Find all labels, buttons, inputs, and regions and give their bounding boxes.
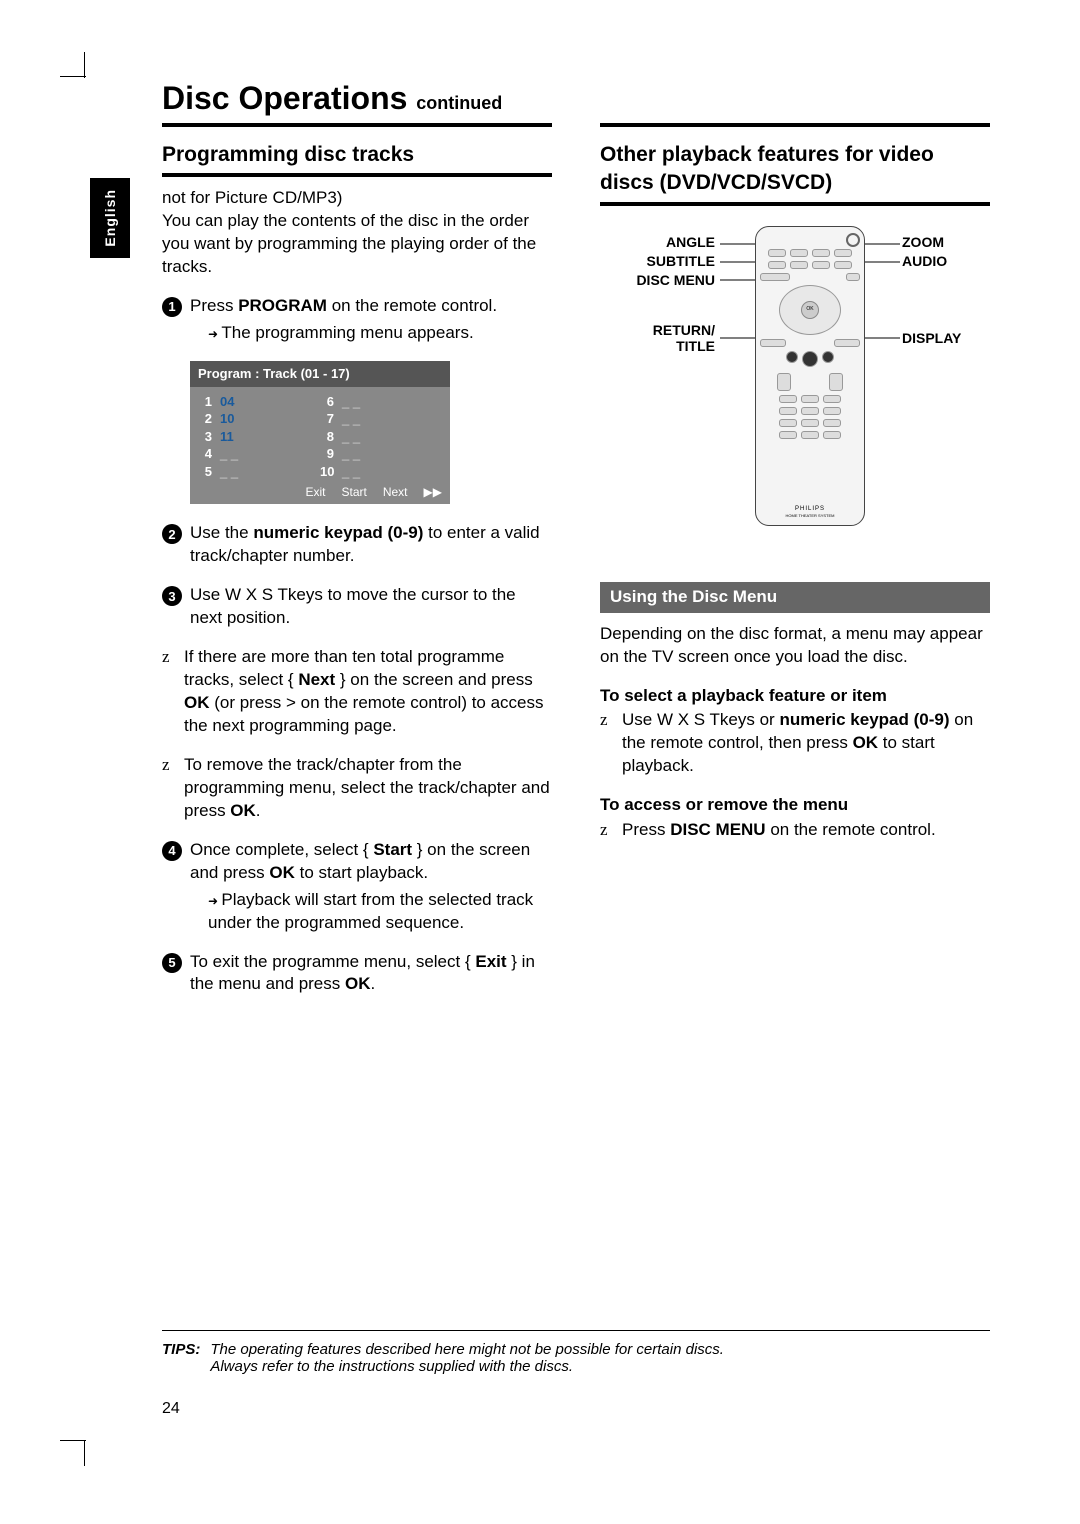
- left-column: Programming disc tracks not for Picture …: [162, 123, 552, 1012]
- table-row: 2107_ _: [198, 410, 442, 428]
- bullet-icon: z: [162, 754, 176, 823]
- table-footer: Exit Start Next ▶▶: [198, 480, 442, 500]
- remote-brand: PHILIPS: [795, 505, 825, 513]
- label-display: DISPLAY: [902, 330, 961, 346]
- sub-heading-select: To select a playback feature or item: [600, 685, 990, 708]
- label-subtitle: SUBTITLE: [600, 253, 715, 269]
- step-sub: ➜ The programming menu appears.: [208, 322, 552, 345]
- step-number-icon: 3: [162, 586, 182, 606]
- table-body: 1046_ _2107_ _3118_ _4_ _9_ _5_ _10_ _ E…: [190, 387, 450, 505]
- remote-diagram: ANGLE SUBTITLE DISC MENU RETURN/ TITLE Z…: [600, 226, 990, 546]
- tips-body: The operating features described here mi…: [210, 1341, 724, 1375]
- bullet-access: z Press DISC MENU on the remote control.: [600, 819, 990, 842]
- gray-heading-disc-menu: Using the Disc Menu: [600, 582, 990, 613]
- crop-mark: [60, 1440, 86, 1466]
- note-text: not for Picture CD/MP3) You can play the…: [162, 187, 552, 279]
- table-header: Program : Track (01 - 17): [190, 361, 450, 387]
- step-sub: ➜ Playback will start from the selected …: [208, 889, 552, 935]
- label-audio: AUDIO: [902, 253, 947, 269]
- step-number-icon: 2: [162, 524, 182, 544]
- remote-subtitle: HOME THEATER SYSTEM: [786, 513, 835, 518]
- label-return-title: RETURN/ TITLE: [600, 322, 715, 354]
- tips-label: TIPS:: [162, 1341, 200, 1375]
- step-number-icon: 1: [162, 297, 182, 317]
- step-5: 5 To exit the programme menu, select { E…: [162, 951, 552, 997]
- bullet-remove: z To remove the track/chapter from the p…: [162, 754, 552, 823]
- bullet-icon: z: [600, 709, 614, 778]
- bullet-select: z Use W X S Tkeys or numeric keypad (0-9…: [600, 709, 990, 778]
- disc-menu-intro: Depending on the disc format, a menu may…: [600, 623, 990, 669]
- step-3: 3 Use W X S Tkeys to move the cursor to …: [162, 584, 552, 630]
- rule: [600, 123, 990, 127]
- step-number-icon: 4: [162, 841, 182, 861]
- table-row: 1046_ _: [198, 393, 442, 411]
- page-title-main: Disc Operations: [162, 80, 407, 116]
- table-row: 3118_ _: [198, 428, 442, 446]
- step-2: 2 Use the numeric keypad (0-9) to enter …: [162, 522, 552, 568]
- page-title: Disc Operations continued: [162, 80, 990, 117]
- bullet-next: z If there are more than ten total progr…: [162, 646, 552, 738]
- page-title-continued: continued: [416, 93, 502, 113]
- table-row: 4_ _9_ _: [198, 445, 442, 463]
- step-number-icon: 5: [162, 953, 182, 973]
- table-row: 5_ _10_ _: [198, 463, 442, 481]
- crop-mark: [60, 52, 86, 78]
- rule: [162, 123, 552, 127]
- section-heading-programming: Programming disc tracks: [162, 141, 552, 177]
- page-content: Disc Operations continued Programming di…: [90, 80, 990, 1012]
- page-number: 24: [162, 1400, 180, 1418]
- sub-heading-access: To access or remove the menu: [600, 794, 990, 817]
- program-menu-table: Program : Track (01 - 17) 1046_ _2107_ _…: [190, 361, 450, 504]
- label-disc-menu: DISC MENU: [600, 272, 715, 288]
- tips-footer: TIPS: The operating features described h…: [162, 1330, 990, 1375]
- bullet-icon: z: [600, 819, 614, 842]
- right-column: Other playback features for video discs …: [600, 123, 990, 1012]
- remote-control-icon: OK PHILIPS HOME THEATER SYSTEM: [755, 226, 865, 526]
- bullet-icon: z: [162, 646, 176, 738]
- step-1: 1 Press PROGRAM on the remote control. ➜…: [162, 295, 552, 345]
- step-4: 4 Once complete, select { Start } on the…: [162, 839, 552, 935]
- section-heading-playback: Other playback features for video discs …: [600, 141, 990, 206]
- label-angle: ANGLE: [600, 234, 715, 250]
- label-zoom: ZOOM: [902, 234, 944, 250]
